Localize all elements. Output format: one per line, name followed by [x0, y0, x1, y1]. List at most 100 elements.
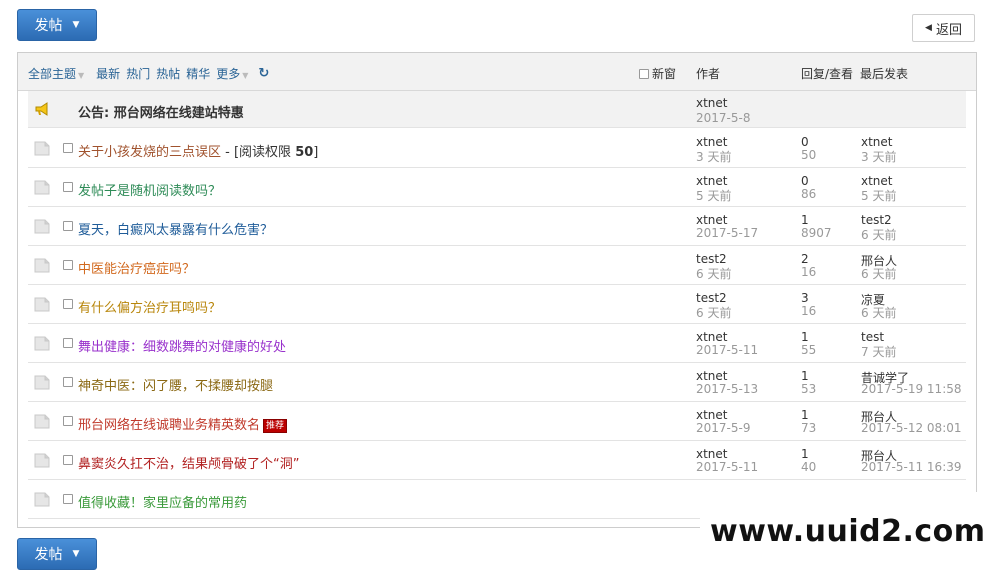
back-button[interactable]: ◀ 返回: [912, 14, 975, 42]
thread-title-wrap: 值得收藏！家里应备的常用药: [78, 492, 247, 511]
thread-list-header: 全部主题 ▼ 最新 热门 热帖 精华 更多 ▼ ↻ 新窗 作者 回复/查看 最后发表: [18, 53, 976, 91]
thread-checkbox[interactable]: [63, 455, 73, 465]
thread-checkbox[interactable]: [63, 338, 73, 348]
thread-checkbox[interactable]: [63, 416, 73, 426]
post-button-bottom[interactable]: 发帖 ▼: [17, 538, 97, 570]
last-post-user[interactable]: test: [861, 330, 884, 344]
thread-date: 3 天前: [696, 150, 732, 164]
view-count: 50: [801, 148, 817, 162]
last-post-date[interactable]: 2017-5-19 11:58: [861, 382, 962, 396]
last-post-user[interactable]: xtnet: [861, 135, 893, 149]
thread-rows: 关于小孩发烧的三点误区 - [阅读权限 50] xtnet 3 天前 0 50 xtnet…: [28, 129, 966, 519]
announcement-author[interactable]: xtnet: [696, 96, 728, 110]
column-last-post: 最后发表: [860, 67, 909, 81]
view-count: 55: [801, 343, 817, 357]
thread-checkbox[interactable]: [63, 494, 73, 504]
thread-title[interactable]: 有什么偏方治疗耳鸣吗？: [78, 301, 221, 316]
last-post-date[interactable]: 6 天前: [861, 304, 896, 321]
thread-checkbox[interactable]: [63, 299, 73, 309]
view-count: 40: [801, 460, 817, 474]
filter-more[interactable]: 更多 ▼: [216, 65, 248, 82]
thread-author[interactable]: xtnet: [696, 369, 728, 383]
thread-author[interactable]: xtnet: [696, 330, 728, 344]
thread-title[interactable]: 邢台网络在线诚聘业务精英数名: [78, 418, 260, 433]
view-count: 8907: [801, 226, 832, 240]
thread-checkbox[interactable]: [63, 221, 73, 231]
table-row[interactable]: 鼻窦炎久扛不治，结果颅骨破了个“洞” xtnet 2017-5-11 1 40 邢台人 20…: [28, 441, 966, 480]
thread-title[interactable]: 神奇中医：闪了腰，不揉腰却按腿: [78, 379, 273, 394]
refresh-icon[interactable]: ↻: [258, 66, 269, 81]
table-row[interactable]: 舞出健康：细数跳舞的对健康的好处 xtnet 2017-5-11 1 55 test 7 天…: [28, 324, 966, 363]
thread-author[interactable]: xtnet: [696, 408, 728, 422]
megaphone-icon: [35, 102, 48, 116]
table-row[interactable]: 中医能治疗癌症吗？ test2 6 天前 2 16 邢台人 6 天前: [28, 246, 966, 285]
table-row[interactable]: 有什么偏方治疗耳鸣吗？ test2 6 天前 3 16 凉夏 6 天前: [28, 285, 966, 324]
column-reply-view: 回复/查看: [801, 67, 854, 81]
thread-date: 2017-5-9: [696, 421, 751, 435]
thread-author[interactable]: xtnet: [696, 213, 728, 227]
thread-checkbox[interactable]: [63, 260, 73, 270]
thread-title[interactable]: 值得收藏！家里应备的常用药: [78, 496, 247, 511]
filter-digest[interactable]: 精华: [186, 65, 210, 82]
new-window-toggle[interactable]: 新窗: [639, 65, 676, 82]
table-row[interactable]: 发帖子是随机阅读数吗？ xtnet 5 天前 0 86 xtnet 5 天前: [28, 168, 966, 207]
last-post-date[interactable]: 3 天前: [861, 148, 896, 165]
column-author: 作者: [696, 67, 721, 81]
last-post-date[interactable]: 7 天前: [861, 343, 896, 360]
view-count: 16: [801, 304, 817, 318]
table-row[interactable]: 关于小孩发烧的三点误区 - [阅读权限 50] xtnet 3 天前 0 50 xtnet…: [28, 129, 966, 168]
table-row[interactable]: 夏天，白癜风太暴露有什么危害？ xtnet 2017-5-17 1 8907 test2 6…: [28, 207, 966, 246]
new-window-checkbox[interactable]: [639, 68, 649, 79]
chevron-down-icon: ▼: [242, 71, 249, 80]
last-post-user[interactable]: xtnet: [861, 174, 893, 188]
post-button-top[interactable]: 发帖 ▼: [17, 9, 97, 41]
document-icon: [34, 219, 50, 234]
new-window-label: 新窗: [652, 67, 677, 81]
thread-checkbox[interactable]: [63, 143, 73, 153]
read-permission: - [阅读权限 50]: [221, 145, 319, 160]
filter-popular[interactable]: 热门: [126, 65, 150, 82]
watermark-text: www.uuid2.com: [710, 514, 986, 549]
thread-title[interactable]: 鼻窦炎久扛不治，结果颅骨破了个“洞”: [78, 457, 299, 472]
thread-title[interactable]: 夏天，白癜风太暴露有什么危害？: [78, 223, 273, 238]
announcement-row[interactable]: 公告: 邢台网络在线建站特惠 xtnet 2017-5-8: [28, 91, 966, 128]
announcement-title[interactable]: 公告: 邢台网络在线建站特惠: [78, 102, 244, 121]
chevron-down-icon: ▼: [72, 549, 80, 559]
reply-count: 1: [801, 213, 809, 227]
filter-newest[interactable]: 最新: [96, 65, 120, 82]
document-icon: [34, 297, 50, 312]
view-count: 73: [801, 421, 817, 435]
thread-title-wrap: 关于小孩发烧的三点误区 - [阅读权限 50]: [78, 141, 318, 160]
last-post-user[interactable]: test2: [861, 213, 892, 227]
thread-title-wrap: 邢台网络在线诚聘业务精英数名 推荐: [78, 414, 288, 433]
reply-count: 2: [801, 252, 809, 266]
table-row[interactable]: 邢台网络在线诚聘业务精英数名 推荐 xtnet 2017-5-9 1 73 邢台人 2017-…: [28, 402, 966, 441]
reply-count: 1: [801, 330, 809, 344]
last-post-date[interactable]: 6 天前: [861, 265, 896, 282]
thread-title[interactable]: 关于小孩发烧的三点误区: [78, 145, 221, 160]
thread-checkbox[interactable]: [63, 377, 73, 387]
thread-checkbox[interactable]: [63, 182, 73, 192]
thread-title-wrap: 鼻窦炎久扛不治，结果颅骨破了个“洞”: [78, 453, 299, 472]
last-post-date[interactable]: 2017-5-12 08:01: [861, 421, 962, 435]
thread-author[interactable]: xtnet: [696, 447, 728, 461]
thread-title-wrap: 夏天，白癜风太暴露有什么危害？: [78, 219, 273, 238]
thread-title[interactable]: 中医能治疗癌症吗？: [78, 262, 195, 277]
filter-hot[interactable]: 热帖: [156, 65, 180, 82]
document-icon: [34, 414, 50, 429]
thread-title[interactable]: 发帖子是随机阅读数吗？: [78, 184, 221, 199]
document-icon: [34, 141, 50, 156]
last-post-date[interactable]: 2017-5-11 16:39: [861, 460, 962, 474]
thread-author[interactable]: test2: [696, 252, 727, 266]
last-post-date[interactable]: 5 天前: [861, 187, 896, 204]
thread-date: 2017-5-11: [696, 343, 759, 357]
table-row[interactable]: 神奇中医：闪了腰，不揉腰却按腿 xtnet 2017-5-13 1 53 昔诚学了 2017…: [28, 363, 966, 402]
last-post-date[interactable]: 6 天前: [861, 226, 896, 243]
filter-all-topics[interactable]: 全部主题 ▼: [28, 65, 84, 82]
thread-author[interactable]: test2: [696, 291, 727, 305]
thread-author[interactable]: xtnet: [696, 135, 728, 149]
thread-title[interactable]: 舞出健康：细数跳舞的对健康的好处: [78, 340, 286, 355]
thread-author[interactable]: xtnet: [696, 174, 728, 188]
filter-bar: 全部主题 ▼ 最新 热门 热帖 精华 更多 ▼ ↻: [28, 65, 269, 82]
document-icon: [34, 336, 50, 351]
